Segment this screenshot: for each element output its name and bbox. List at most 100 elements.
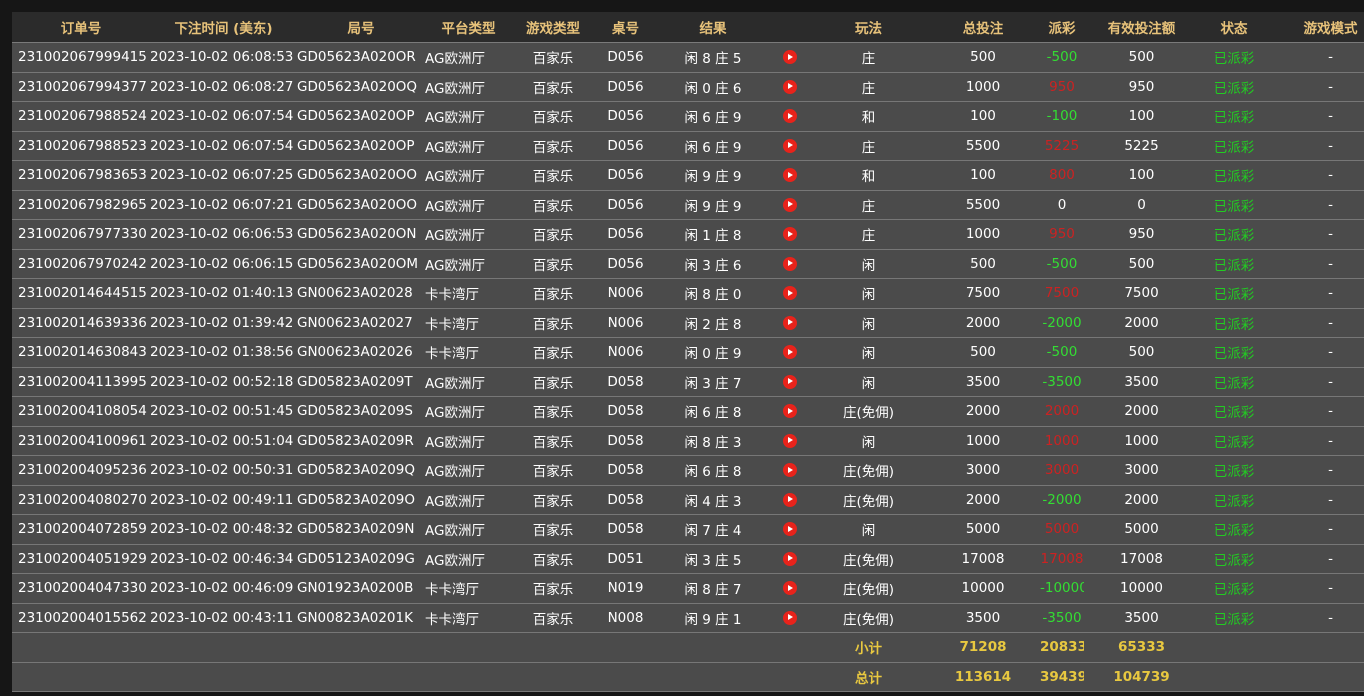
replay-cell[interactable] (769, 396, 811, 427)
game-mode-cell: - (1269, 367, 1364, 397)
bet-type-cell: 庄 (811, 190, 926, 220)
play-circle-icon[interactable] (783, 315, 797, 330)
replay-cell[interactable] (769, 544, 811, 574)
replay-cell[interactable] (769, 603, 811, 633)
bet-type-cell: 庄(免佣) (811, 485, 926, 515)
order-id-cell: 231002004015562 (12, 603, 150, 633)
payout-cell: 1000 (1040, 426, 1084, 456)
game-type-cell: 百家乐 (512, 426, 594, 456)
bet-records-panel: 订单号 下注时间 (美东) 局号 平台类型 游戏类型 桌号 结果 玩法 总投注 派彩 有效投注额 状态… (12, 12, 1364, 694)
platform-cell: AG欧洲厅 (425, 367, 512, 397)
replay-cell[interactable] (769, 337, 811, 368)
replay-cell[interactable] (769, 101, 811, 132)
replay-cell[interactable] (769, 308, 811, 338)
play-circle-icon[interactable] (783, 404, 797, 419)
bet-type-cell: 闲 (811, 278, 926, 309)
valid-bet-cell: 5000 (1084, 514, 1199, 545)
play-circle-icon[interactable] (783, 50, 797, 65)
bet-time-cell: 2023-10-02 00:48:32 (150, 514, 297, 545)
replay-cell[interactable] (769, 573, 811, 604)
table-id-cell: N006 (594, 308, 657, 338)
play-circle-icon[interactable] (783, 286, 797, 301)
game-mode-cell: - (1269, 219, 1364, 250)
result-cell: 闲 3 庄 6 (657, 249, 769, 279)
play-circle-icon[interactable] (783, 256, 797, 271)
platform-cell: 卡卡湾厅 (425, 573, 512, 604)
order-id-cell: 231002004113995 (12, 367, 150, 397)
play-circle-icon[interactable] (783, 551, 797, 566)
replay-cell[interactable] (769, 278, 811, 309)
play-circle-icon[interactable] (783, 492, 797, 507)
play-circle-icon[interactable] (783, 610, 797, 625)
bet-type-cell: 庄 (811, 42, 926, 73)
table-row: 231002004108054 2023-10-02 00:51:45 GD0582… (12, 396, 1364, 427)
play-circle-icon[interactable] (783, 522, 797, 537)
replay-cell[interactable] (769, 190, 811, 220)
replay-cell[interactable] (769, 42, 811, 73)
replay-cell[interactable] (769, 485, 811, 515)
play-circle-icon[interactable] (783, 374, 797, 389)
header-table-id: 桌号 (594, 12, 657, 43)
platform-cell: AG欧洲厅 (425, 544, 512, 574)
order-id-cell: 231002004047330 (12, 573, 150, 604)
total-bet-cell: 7500 (926, 278, 1040, 309)
header-bet-type: 玩法 (811, 12, 926, 43)
game-type-cell: 百家乐 (512, 544, 594, 574)
table-row: 231002004095236 2023-10-02 00:50:31 GD0582… (12, 455, 1364, 486)
status-cell: 已派彩 (1199, 603, 1269, 633)
replay-cell[interactable] (769, 249, 811, 279)
table-row: 231002067988523 2023-10-02 06:07:54 GD0562… (12, 131, 1364, 161)
result-cell: 闲 8 庄 3 (657, 426, 769, 456)
platform-cell: AG欧洲厅 (425, 101, 512, 132)
game-type-cell: 百家乐 (512, 219, 594, 250)
bet-type-cell: 庄(免佣) (811, 603, 926, 633)
result-cell: 闲 3 庄 7 (657, 367, 769, 397)
round-id-cell: GN00623A02027 (297, 308, 425, 338)
order-id-cell: 231002014644515 (12, 278, 150, 309)
payout-cell: 3000 (1040, 455, 1084, 486)
game-mode-cell: - (1269, 72, 1364, 102)
status-cell: 已派彩 (1199, 131, 1269, 161)
platform-cell: 卡卡湾厅 (425, 337, 512, 368)
table-row: 231002067982965 2023-10-02 06:07:21 GD0562… (12, 190, 1364, 220)
play-circle-icon[interactable] (783, 345, 797, 360)
play-circle-icon[interactable] (783, 463, 797, 478)
order-id-cell: 231002067982965 (12, 190, 150, 220)
replay-cell[interactable] (769, 72, 811, 102)
replay-cell[interactable] (769, 514, 811, 545)
play-circle-icon[interactable] (783, 168, 797, 183)
game-type-cell: 百家乐 (512, 308, 594, 338)
platform-cell: AG欧洲厅 (425, 485, 512, 515)
play-circle-icon[interactable] (783, 433, 797, 448)
play-circle-icon[interactable] (783, 197, 797, 212)
replay-cell[interactable] (769, 160, 811, 191)
total-bet-cell: 10000 (926, 573, 1040, 604)
payout-cell: -3500 (1040, 603, 1084, 633)
payout-cell: 7500 (1040, 278, 1084, 309)
play-circle-icon[interactable] (783, 227, 797, 242)
valid-bet-cell: 500 (1084, 249, 1199, 279)
game-type-cell: 百家乐 (512, 249, 594, 279)
table-id-cell: N006 (594, 278, 657, 309)
order-id-cell: 231002067994377 (12, 72, 150, 102)
replay-cell[interactable] (769, 426, 811, 456)
replay-cell[interactable] (769, 455, 811, 486)
total-bet-cell: 3000 (926, 455, 1040, 486)
platform-cell: AG欧洲厅 (425, 131, 512, 161)
payout-cell: -100 (1040, 101, 1084, 132)
total-bet-cell: 1000 (926, 426, 1040, 456)
play-circle-icon[interactable] (783, 138, 797, 153)
play-circle-icon[interactable] (783, 581, 797, 596)
table-id-cell: D058 (594, 426, 657, 456)
replay-cell[interactable] (769, 131, 811, 161)
replay-cell[interactable] (769, 219, 811, 250)
subtotal-valid: 65333 (1084, 632, 1199, 663)
valid-bet-cell: 0 (1084, 190, 1199, 220)
platform-cell: AG欧洲厅 (425, 42, 512, 73)
result-cell: 闲 8 庄 0 (657, 278, 769, 309)
play-circle-icon[interactable] (783, 79, 797, 94)
play-circle-icon[interactable] (783, 109, 797, 124)
platform-cell: AG欧洲厅 (425, 396, 512, 427)
status-cell: 已派彩 (1199, 190, 1269, 220)
replay-cell[interactable] (769, 367, 811, 397)
